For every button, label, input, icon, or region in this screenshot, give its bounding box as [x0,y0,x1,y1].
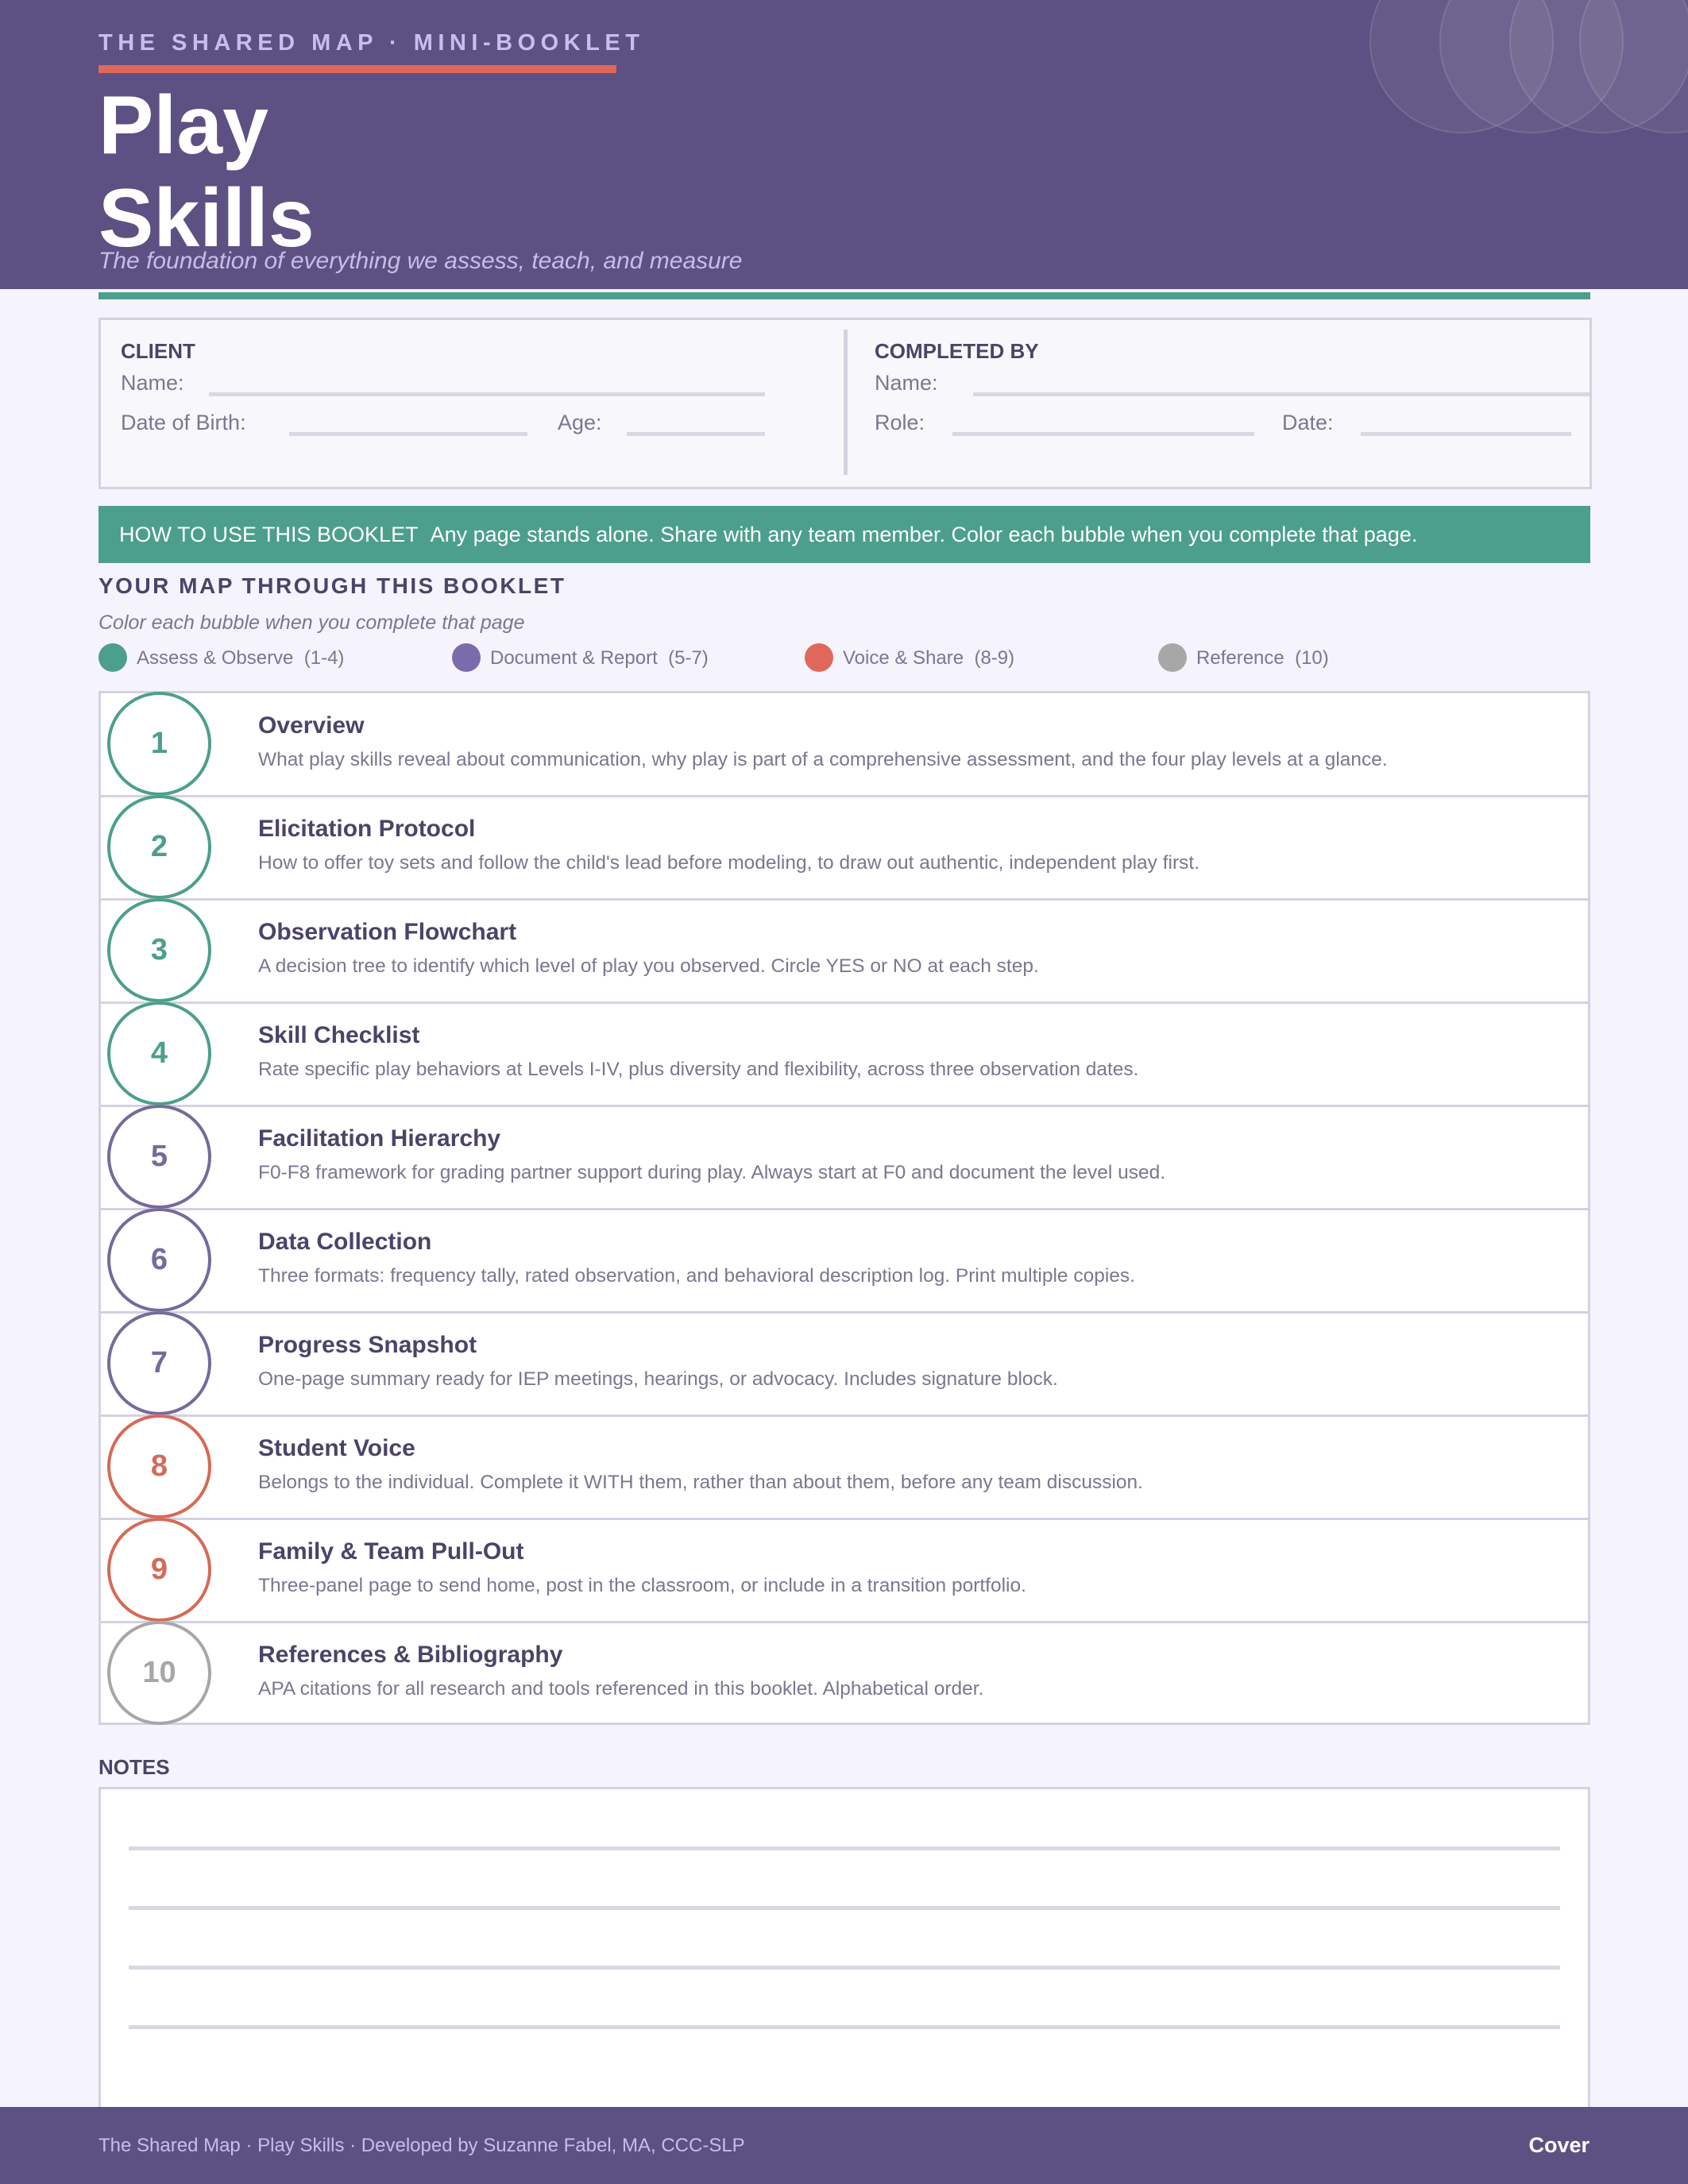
progress-bubble[interactable]: 8 [107,1414,211,1518]
map-item-references-bibliography[interactable]: 10 References & Bibliography APA citatio… [101,1621,1588,1726]
legend-dot [98,643,127,672]
progress-bubble[interactable]: 2 [107,795,211,899]
legend-label: Assess & Observe [137,647,294,669]
legend-text: Reference (10) [1196,647,1329,669]
completed-by-role-field[interactable] [952,432,1254,436]
map-item-description: F0-F8 framework for grading partner supp… [258,1162,1166,1183]
note-line [129,2025,1560,2029]
completed-by-name-field[interactable] [973,392,1590,396]
map-title: YOUR MAP THROUGH THIS BOOKLET [98,573,566,598]
map-item-description: APA citations for all research and tools… [258,1678,984,1700]
map-item-description: How to offer toy sets and follow the chi… [258,852,1200,874]
map-item-observation-flowchart[interactable]: 3 Observation Flowchart A decision tree … [101,898,1588,1003]
map-subtitle: Color each bubble when you complete that… [98,612,525,634]
legend-label: Document & Report [490,647,658,669]
column-divider [844,330,848,475]
title-line-1: Play [98,79,268,172]
series-kicker: THE SHARED MAP · MINI-BOOKLET [98,30,645,56]
footer: The Shared Map · Play Skills · Developed… [0,2107,1688,2184]
page-title: Play Skills [98,79,315,265]
legend-dot [452,643,481,672]
legend-text: Assess & Observe (1-4) [137,647,344,669]
legend-label: Reference [1196,647,1284,669]
kicker-underline [98,65,616,73]
map-item-title: Overview [258,712,365,739]
map-item-title: Family & Team Pull-Out [258,1538,524,1565]
map-item-description: Belongs to the individual. Complete it W… [258,1472,1143,1493]
client-info-box: CLIENT Name: Date of Birth: Age: COMPLET… [98,318,1592,489]
map-item-elicitation-protocol[interactable]: 2 Elicitation Protocol How to offer toy … [101,795,1588,900]
legend-range: (5-7) [668,647,709,669]
map-item-description: Three formats: frequency tally, rated ob… [258,1265,1135,1287]
client-heading: CLIENT [121,339,195,363]
client-age-field[interactable] [627,432,765,436]
legend-text: Document & Report (5-7) [490,647,709,669]
legend-range: (8-9) [974,647,1015,669]
progress-bubble[interactable]: 1 [107,692,211,796]
notes-heading: NOTES [98,1755,170,1779]
booklet-map-list: 1 Overview What play skills reveal about… [98,691,1590,1725]
header-divider [98,292,1590,299]
map-item-title: Elicitation Protocol [258,816,476,842]
map-item-progress-snapshot[interactable]: 7 Progress Snapshot One-page summary rea… [101,1311,1588,1416]
map-item-skill-checklist[interactable]: 4 Skill Checklist Rate specific play beh… [101,1001,1588,1106]
progress-bubble[interactable]: 4 [107,1001,211,1106]
banner-lead: HOW TO USE THIS BOOKLET [119,523,419,546]
map-item-title: Skill Checklist [258,1022,420,1048]
legend-text: Voice & Share (8-9) [843,647,1014,669]
progress-bubble[interactable]: 9 [107,1518,211,1622]
legend-dot [1158,643,1187,672]
client-dob-field[interactable] [289,432,527,436]
how-to-use-banner: HOW TO USE THIS BOOKLET Any page stands … [98,506,1590,563]
completed-by-date-field[interactable] [1361,432,1571,436]
notes-area[interactable] [98,1787,1590,2120]
map-item-facilitation-hierarchy[interactable]: 5 Facilitation Hierarchy F0-F8 framework… [101,1105,1588,1210]
banner-text: Any page stands alone. Share with any te… [430,523,1418,546]
client-name-field[interactable] [209,392,765,396]
map-item-family-team-pull-out[interactable]: 9 Family & Team Pull-Out Three-panel pag… [101,1518,1588,1623]
progress-bubble[interactable]: 3 [107,898,211,1002]
legend-range: (10) [1295,647,1329,669]
page-label: Cover [1528,2133,1590,2157]
page-subtitle: The foundation of everything we assess, … [98,248,743,274]
note-line [129,1846,1560,1850]
legend-label: Voice & Share [843,647,964,669]
progress-bubble[interactable]: 6 [107,1208,211,1312]
client-age-label: Age: [558,411,602,434]
note-line [129,1906,1560,1910]
progress-bubble[interactable]: 5 [107,1105,211,1209]
map-item-title: Progress Snapshot [258,1332,477,1358]
map-item-description: A decision tree to identify which level … [258,955,1039,977]
map-item-title: Student Voice [258,1435,415,1461]
client-name-label: Name: [121,371,184,395]
note-line [129,1966,1560,1970]
map-item-description: One-page summary ready for IEP meetings,… [258,1368,1058,1390]
map-item-title: Facilitation Hierarchy [258,1125,501,1152]
client-dob-label: Date of Birth: [121,411,246,434]
map-item-title: References & Bibliography [258,1642,563,1668]
map-item-title: Observation Flowchart [258,919,517,945]
map-item-description: What play skills reveal about communicat… [258,749,1388,770]
map-item-student-voice[interactable]: 8 Student Voice Belongs to the individua… [101,1414,1588,1519]
completed-by-date-label: Date: [1282,411,1334,434]
progress-bubble[interactable]: 10 [107,1621,211,1725]
footer-credit: The Shared Map · Play Skills · Developed… [98,2135,745,2156]
completed-by-heading: COMPLETED BY [875,339,1039,363]
map-item-overview[interactable]: 1 Overview What play skills reveal about… [101,692,1588,797]
completed-by-role-label: Role: [875,411,925,434]
map-item-title: Data Collection [258,1229,432,1255]
progress-bubble[interactable]: 7 [107,1311,211,1415]
legend-range: (1-4) [303,647,345,669]
completed-by-name-label: Name: [875,371,938,395]
header-band: THE SHARED MAP · MINI-BOOKLET Play Skill… [0,0,1688,289]
map-item-description: Three-panel page to send home, post in t… [258,1575,1026,1596]
map-item-description: Rate specific play behaviors at Levels I… [258,1059,1139,1080]
legend-dot [805,643,833,672]
map-item-data-collection[interactable]: 6 Data Collection Three formats: frequen… [101,1208,1588,1313]
